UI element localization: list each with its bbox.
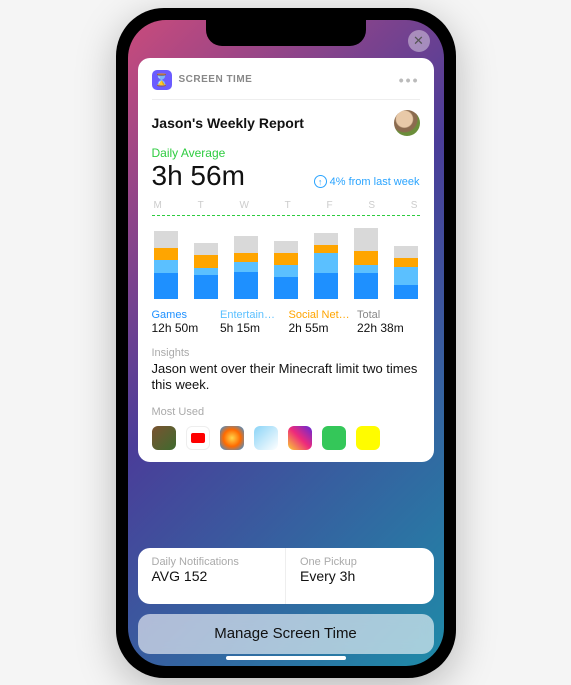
category-social: Social Net… 2h 55m [289,309,352,335]
category-total: Total 22h 38m [357,309,420,335]
stat-pickup: One Pickup Every 3h [285,548,434,604]
stat-label: One Pickup [300,556,420,568]
screen-time-icon: ⌛ [152,70,172,90]
trend-arrow-icon: ↑ [314,175,327,188]
category-entertainment: Entertain… 5h 15m [220,309,283,335]
bar-segment [234,262,258,272]
bar-segment [274,253,298,265]
bar-segment [354,251,378,264]
trend-indicator: ↑ 4% from last week [314,175,420,188]
app-icon-instagram[interactable] [288,426,312,450]
stat-value: Every 3h [300,568,420,584]
bar-segment [194,275,218,299]
manage-screen-time-button[interactable]: Manage Screen Time [138,614,434,654]
category-label: Total [357,309,420,321]
stat-label: Daily Notifications [152,556,272,568]
category-value: 5h 15m [220,321,283,335]
widget-title: SCREEN TIME [179,74,253,85]
insights-label: Insights [152,347,420,359]
bar-segment [394,267,418,285]
chart-bar [234,236,258,298]
stat-value: AVG 152 [152,568,272,584]
most-used-apps [152,426,420,450]
bar-segment [314,273,338,298]
chart-bar [194,243,218,298]
day-label: T [198,200,204,211]
chart-bar [154,231,178,298]
bar-segment [314,233,338,245]
category-label: Games [152,309,215,321]
trend-text: 4% from last week [330,176,420,188]
bar-segment [154,248,178,260]
chart-bar [274,241,298,298]
bar-segment [394,246,418,258]
bar-segment [234,253,258,261]
phone-frame: ✕ ⌛ SCREEN TIME ••• Jason's Weekly Repor… [116,8,456,678]
more-icon[interactable]: ••• [399,72,420,88]
day-label: W [239,200,248,211]
bar-segment [354,265,378,273]
stats-card: Daily Notifications AVG 152 One Pickup E… [138,548,434,604]
bar-segment [354,273,378,298]
bar-segment [194,255,218,268]
bar-segment [154,260,178,273]
home-indicator[interactable] [226,656,346,660]
daily-average-value: 3h 56m [152,160,245,192]
category-games: Games 12h 50m [152,309,215,335]
screen-time-card: ⌛ SCREEN TIME ••• Jason's Weekly Report … [138,58,434,463]
bar-segment [314,253,338,273]
app-icon-snapchat[interactable] [356,426,380,450]
category-value: 22h 38m [357,321,420,335]
close-button[interactable]: ✕ [408,30,430,52]
day-label: T [285,200,291,211]
day-label: F [327,200,333,211]
card-header: ⌛ SCREEN TIME ••• [152,70,420,100]
chart-bar [314,233,338,298]
bar-segment [234,272,258,299]
bar-segment [274,277,298,299]
bar-segment [354,228,378,252]
chart-bar [354,228,378,299]
app-icon-minecraft[interactable] [152,426,176,450]
category-row: Games 12h 50m Entertain… 5h 15m Social N… [152,309,420,335]
category-value: 2h 55m [289,321,352,335]
app-icon-clash-royale[interactable] [220,426,244,450]
report-header: Jason's Weekly Report [152,110,420,136]
daily-average-label: Daily Average [152,146,420,160]
app-icon-messages[interactable] [322,426,346,450]
bar-segment [234,236,258,253]
app-icon-youtube[interactable] [186,426,210,450]
bar-segment [394,258,418,266]
close-icon: ✕ [413,33,424,49]
day-label: S [368,200,375,211]
day-label: S [411,200,418,211]
manage-label: Manage Screen Time [214,625,357,642]
category-label: Entertain… [220,309,283,321]
day-label: M [154,200,162,211]
stat-notifications: Daily Notifications AVG 152 [138,548,286,604]
bar-segment [394,285,418,298]
bar-segment [194,243,218,255]
screen: ✕ ⌛ SCREEN TIME ••• Jason's Weekly Repor… [128,20,444,666]
report-title: Jason's Weekly Report [152,115,304,131]
avatar[interactable] [394,110,420,136]
most-used-label: Most Used [152,406,420,418]
bar-segment [274,265,298,277]
weekly-chart: MTWTFSS [152,200,420,299]
insights-text: Jason went over their Minecraft limit tw… [152,361,420,395]
chart-bar [394,246,418,298]
notch [206,20,366,46]
bar-segment [154,231,178,248]
bar-segment [154,273,178,298]
bar-segment [314,245,338,253]
bar-segment [274,241,298,253]
category-value: 12h 50m [152,321,215,335]
category-label: Social Net… [289,309,352,321]
bar-segment [194,268,218,275]
app-icon-fortnite[interactable] [254,426,278,450]
